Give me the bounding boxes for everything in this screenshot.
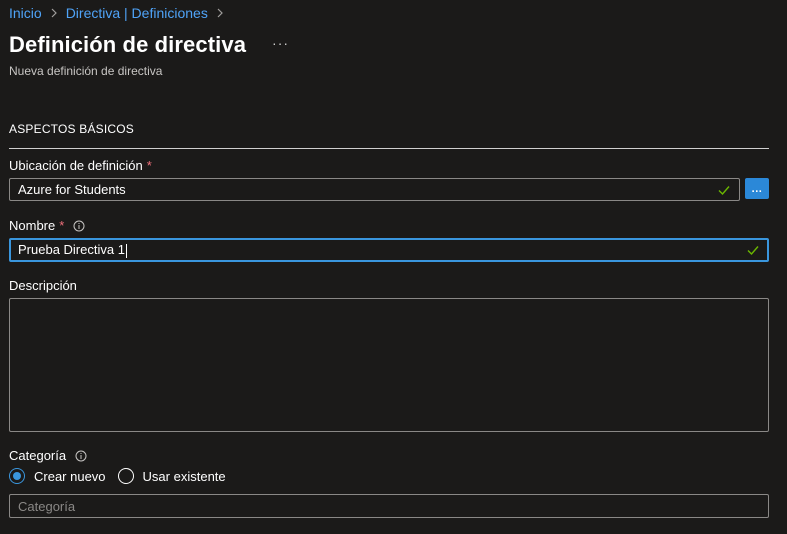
radio-unchecked-icon xyxy=(117,468,134,484)
name-value: Prueba Directiva 1 xyxy=(18,242,746,258)
radio-create-new-label: Crear nuevo xyxy=(34,468,106,484)
category-input[interactable]: Categoría xyxy=(9,494,769,518)
radio-checked-icon xyxy=(9,468,25,484)
name-input[interactable]: Prueba Directiva 1 xyxy=(9,238,769,262)
breadcrumb-definitions-link[interactable]: Directiva | Definiciones xyxy=(66,5,208,21)
breadcrumb-home-link[interactable]: Inicio xyxy=(9,5,42,21)
page-subtitle: Nueva definición de directiva xyxy=(9,64,163,78)
more-options-button[interactable]: ··· xyxy=(272,35,289,51)
name-value-text: Prueba Directiva 1 xyxy=(18,242,125,258)
description-label: Descripción xyxy=(9,278,77,293)
name-label-text: Nombre xyxy=(9,218,56,233)
location-label: Ubicación de definición * xyxy=(9,158,152,173)
required-marker: * xyxy=(59,218,65,233)
chevron-right-icon xyxy=(216,8,224,18)
description-label-text: Descripción xyxy=(9,278,77,293)
radio-use-existing-label: Usar existente xyxy=(142,468,226,484)
title-row: Definición de directiva ··· xyxy=(9,32,289,58)
info-icon[interactable] xyxy=(75,450,87,462)
description-textarea[interactable] xyxy=(9,298,769,432)
breadcrumb: Inicio Directiva | Definiciones xyxy=(9,4,232,22)
policy-definition-page: Inicio Directiva | Definiciones Definici… xyxy=(0,0,787,534)
checkmark-icon xyxy=(717,183,731,197)
checkmark-icon xyxy=(746,243,760,257)
text-cursor xyxy=(125,243,127,258)
radio-create-new[interactable]: Crear nuevo xyxy=(9,468,106,484)
location-field[interactable]: Azure for Students xyxy=(9,178,740,201)
info-icon[interactable] xyxy=(73,220,85,232)
section-divider xyxy=(9,148,769,149)
chevron-right-icon xyxy=(50,8,58,18)
category-placeholder: Categoría xyxy=(18,498,76,514)
required-marker: * xyxy=(146,158,152,173)
page-title: Definición de directiva xyxy=(9,32,247,57)
radio-use-existing[interactable]: Usar existente xyxy=(117,468,226,484)
browse-location-button[interactable]: ... xyxy=(745,178,769,199)
section-title: ASPECTOS BÁSICOS xyxy=(9,122,135,136)
location-label-text: Ubicación de definición xyxy=(9,158,143,173)
category-mode-radio-group: Crear nuevo Usar existente xyxy=(9,468,238,484)
location-value: Azure for Students xyxy=(18,182,126,197)
name-label: Nombre * xyxy=(9,218,85,233)
category-label: Categoría xyxy=(9,448,87,463)
category-label-text: Categoría xyxy=(9,448,67,463)
